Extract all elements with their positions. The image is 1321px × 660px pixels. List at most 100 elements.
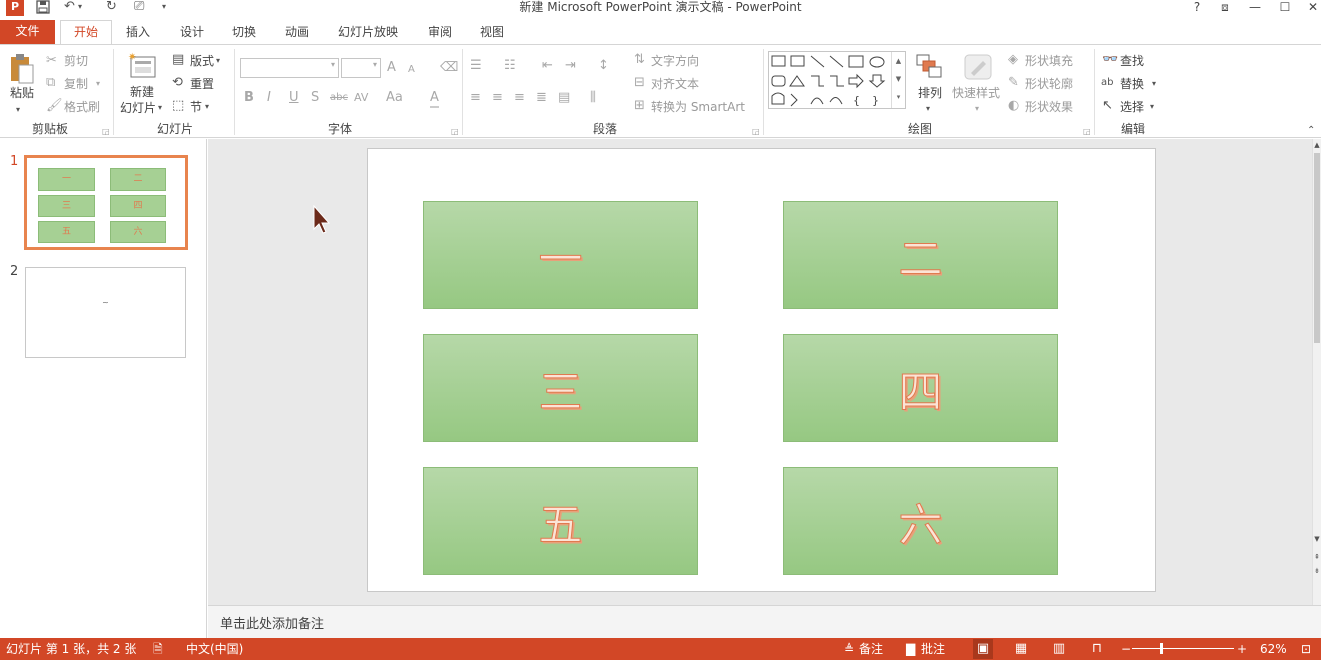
align-center-icon[interactable]: ≡: [492, 90, 503, 106]
notes-pane[interactable]: 单击此处添加备注: [208, 605, 1321, 638]
tab-slideshow[interactable]: 幻灯片放映: [330, 21, 406, 44]
quick-styles-dropdown-icon[interactable]: ▾: [975, 101, 979, 117]
present-from-beginning-icon[interactable]: ⎚: [134, 0, 144, 16]
numbering-icon[interactable]: ☷: [504, 58, 516, 74]
tab-view[interactable]: 视图: [470, 21, 514, 44]
section-dropdown-icon[interactable]: ▾: [205, 99, 209, 115]
copy-button[interactable]: 复制: [64, 76, 88, 92]
save-icon[interactable]: [36, 0, 50, 16]
font-name-combobox[interactable]: ▾: [240, 58, 339, 78]
font-color-button[interactable]: A: [430, 90, 439, 108]
slide-thumbnail-1[interactable]: 一 二 三 四 五 六: [24, 155, 188, 250]
clipboard-launcher-icon[interactable]: ◲: [102, 127, 110, 136]
normal-view-icon[interactable]: ▣: [973, 639, 993, 659]
decrease-indent-icon[interactable]: ⇤: [542, 58, 553, 74]
zoom-in-icon[interactable]: +: [1237, 638, 1247, 660]
grow-font-icon[interactable]: A: [387, 60, 396, 76]
notes-placeholder[interactable]: 单击此处添加备注: [220, 613, 324, 632]
tab-transitions[interactable]: 切换: [222, 21, 266, 44]
new-slide-dropdown-icon[interactable]: ▾: [158, 100, 162, 116]
ribbon-display-options-button[interactable]: ⧈: [1214, 0, 1236, 16]
repeat-icon[interactable]: ↻: [106, 0, 117, 16]
shape-outline-button[interactable]: 形状轮廓: [1025, 76, 1073, 92]
next-slide-icon[interactable]: ⇟: [1313, 567, 1321, 575]
underline-button[interactable]: U: [289, 90, 299, 106]
paragraph-launcher-icon[interactable]: ◲: [752, 127, 760, 136]
language-indicator[interactable]: 中文(中国): [186, 638, 243, 660]
text-shadow-button[interactable]: S: [311, 90, 319, 106]
line-spacing-icon[interactable]: ↕: [598, 58, 609, 74]
scrollbar-thumb[interactable]: [1314, 153, 1320, 343]
undo-icon[interactable]: ↶: [64, 0, 75, 16]
text-box-6[interactable]: 六: [783, 467, 1058, 575]
clear-formatting-icon[interactable]: ⌫: [440, 60, 458, 76]
tab-design[interactable]: 设计: [170, 21, 214, 44]
shape-effects-button[interactable]: 形状效果: [1025, 99, 1073, 115]
close-button[interactable]: ✕: [1302, 0, 1321, 16]
zoom-slider-thumb[interactable]: [1160, 643, 1164, 654]
vertical-scrollbar[interactable]: ▲ ▼ ⇞ ⇟: [1312, 139, 1321, 605]
align-left-icon[interactable]: ≡: [470, 90, 481, 106]
zoom-slider-track[interactable]: [1132, 648, 1234, 649]
bullets-icon[interactable]: ☰: [470, 58, 482, 74]
format-painter-button[interactable]: 格式刷: [64, 99, 100, 115]
zoom-level[interactable]: 62%: [1260, 638, 1287, 660]
previous-slide-icon[interactable]: ⇞: [1313, 553, 1321, 561]
character-spacing-button[interactable]: AV: [354, 90, 368, 106]
tab-file[interactable]: 文件: [0, 20, 55, 44]
arrange-dropdown-icon[interactable]: ▾: [926, 101, 930, 117]
text-box-2[interactable]: 二: [783, 201, 1058, 309]
maximize-button[interactable]: ☐: [1274, 0, 1296, 16]
collapse-ribbon-icon[interactable]: ⌃: [1307, 123, 1315, 139]
scroll-up-icon[interactable]: ▲: [1313, 141, 1321, 149]
reset-button[interactable]: 重置: [190, 76, 214, 92]
new-slide-label-2[interactable]: 幻灯片: [120, 100, 156, 116]
select-dropdown-icon[interactable]: ▾: [1150, 99, 1154, 115]
layout-button[interactable]: 版式: [190, 53, 214, 69]
arrange-label[interactable]: 排列: [918, 85, 942, 101]
strikethrough-button[interactable]: abc: [330, 90, 348, 106]
replace-dropdown-icon[interactable]: ▾: [1152, 76, 1156, 92]
tab-home[interactable]: 开始: [60, 20, 112, 44]
align-text-button[interactable]: 对齐文本: [651, 76, 699, 92]
tab-review[interactable]: 审阅: [418, 21, 462, 44]
powerpoint-logo-icon[interactable]: P: [6, 0, 24, 16]
spell-check-icon[interactable]: 🗎: [153, 638, 163, 660]
new-slide-icon[interactable]: ✷: [126, 51, 158, 81]
italic-button[interactable]: I: [267, 90, 271, 106]
slideshow-view-icon[interactable]: ⊓: [1087, 639, 1107, 659]
bold-button[interactable]: B: [244, 90, 254, 106]
quick-styles-icon[interactable]: [962, 53, 994, 83]
shrink-font-icon[interactable]: A: [408, 62, 415, 78]
drawing-launcher-icon[interactable]: ◲: [1083, 127, 1091, 136]
cut-button[interactable]: 剪切: [64, 53, 88, 69]
font-size-combobox[interactable]: ▾: [341, 58, 381, 78]
select-button[interactable]: 选择: [1120, 99, 1144, 115]
section-button[interactable]: 节: [190, 99, 202, 115]
comments-button[interactable]: 批注: [921, 638, 945, 660]
text-box-5[interactable]: 五: [423, 467, 698, 575]
copy-dropdown-icon[interactable]: ▾: [96, 76, 100, 92]
text-box-1[interactable]: 一: [423, 201, 698, 309]
slide-thumbnail-2[interactable]: ~: [25, 267, 186, 358]
align-right-icon[interactable]: ≡: [514, 90, 525, 106]
new-slide-label-1[interactable]: 新建: [130, 84, 154, 100]
paste-dropdown-icon[interactable]: ▾: [16, 102, 20, 118]
zoom-out-icon[interactable]: −: [1121, 638, 1131, 660]
scroll-down-icon[interactable]: ▼: [1313, 535, 1321, 543]
text-box-3[interactable]: 三: [423, 334, 698, 442]
columns-icon[interactable]: ⫼: [590, 90, 596, 106]
font-launcher-icon[interactable]: ◲: [451, 127, 459, 136]
text-direction-button[interactable]: 文字方向: [651, 53, 699, 69]
paste-label[interactable]: 粘贴: [10, 85, 34, 101]
tab-animations[interactable]: 动画: [275, 21, 319, 44]
customize-qat-icon[interactable]: ▾: [162, 0, 166, 16]
convert-smartart-button[interactable]: 转换为 SmartArt: [651, 99, 745, 115]
justify-icon[interactable]: ≣: [536, 90, 547, 106]
quick-styles-label[interactable]: 快速样式: [952, 85, 1000, 101]
tab-insert[interactable]: 插入: [116, 21, 160, 44]
text-box-4[interactable]: 四: [783, 334, 1058, 442]
arrange-icon[interactable]: [914, 53, 944, 81]
slide-sorter-icon[interactable]: ▦: [1011, 639, 1031, 659]
notes-button[interactable]: 备注: [859, 638, 883, 660]
